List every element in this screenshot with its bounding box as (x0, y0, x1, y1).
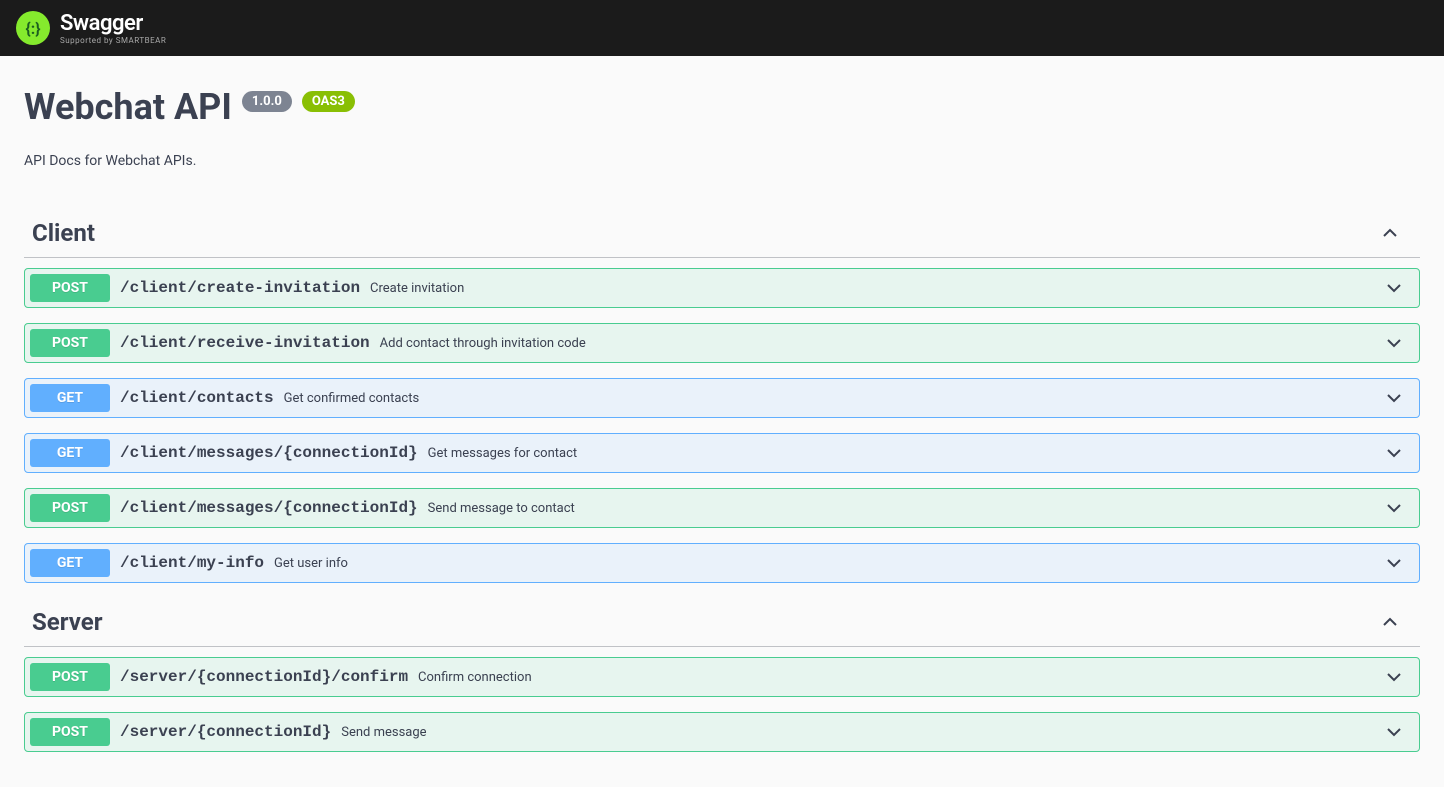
chevron-down-icon[interactable] (1384, 553, 1404, 573)
chevron-down-icon[interactable] (1384, 388, 1404, 408)
operation-path: /server/{connectionId}/confirm (120, 668, 408, 686)
tag-section: Client POST/client/create-invitation Creat… (24, 209, 1420, 583)
operation-path: /client/messages/{connectionId} (120, 444, 418, 462)
operation-row[interactable]: POST/client/receive-invitation Add contac… (24, 323, 1420, 363)
operation-path: /client/my-info (120, 554, 264, 572)
tag-section: Server POST/server/{connectionId}/confirm… (24, 598, 1420, 752)
operation-summary: Get messages for contact (428, 446, 1384, 461)
http-method-badge: POST (30, 663, 110, 691)
operation-summary: Send message (341, 725, 1384, 740)
operation-summary: Get confirmed contacts (284, 391, 1384, 406)
operation-row[interactable]: POST/client/create-invitation Create invi… (24, 268, 1420, 308)
operation-row[interactable]: GET/client/my-info Get user info (24, 543, 1420, 583)
tag-name: Server (32, 608, 103, 636)
operation-summary: Confirm connection (418, 670, 1384, 685)
http-method-badge: POST (30, 329, 110, 357)
operation-summary: Create invitation (370, 281, 1384, 296)
swagger-logo-icon: {:} (16, 11, 50, 45)
chevron-down-icon[interactable] (1384, 667, 1404, 687)
brand-text: Swagger Supported by SMARTBEAR (60, 11, 166, 45)
http-method-badge: POST (30, 494, 110, 522)
chevron-up-icon[interactable] (1380, 612, 1400, 632)
operation-path: /client/receive-invitation (120, 334, 370, 352)
operations-list: POST/server/{connectionId}/confirm Confir… (24, 647, 1420, 752)
operation-row[interactable]: POST/server/{connectionId} Send message (24, 712, 1420, 752)
chevron-down-icon[interactable] (1384, 278, 1404, 298)
http-method-badge: GET (30, 549, 110, 577)
http-method-badge: POST (30, 718, 110, 746)
operation-row[interactable]: POST/server/{connectionId}/confirm Confir… (24, 657, 1420, 697)
http-method-badge: POST (30, 274, 110, 302)
chevron-down-icon[interactable] (1384, 443, 1404, 463)
oas-badge: OAS3 (302, 91, 355, 112)
version-badge: 1.0.0 (242, 91, 292, 112)
operation-row[interactable]: POST/client/messages/{connectionId} Send … (24, 488, 1420, 528)
operation-path: /client/messages/{connectionId} (120, 499, 418, 517)
api-title: Webchat API (24, 86, 232, 128)
http-method-badge: GET (30, 439, 110, 467)
operation-summary: Add contact through invitation code (380, 336, 1384, 351)
tag-header[interactable]: Server (24, 598, 1420, 647)
chevron-up-icon[interactable] (1380, 223, 1400, 243)
operation-row[interactable]: GET/client/contacts Get confirmed contact… (24, 378, 1420, 418)
operation-summary: Send message to contact (428, 501, 1384, 516)
logo[interactable]: {:} Swagger Supported by SMARTBEAR (16, 11, 166, 45)
api-description: API Docs for Webchat APIs. (24, 153, 1420, 169)
operation-path: /client/contacts (120, 389, 274, 407)
chevron-down-icon[interactable] (1384, 333, 1404, 353)
brand-tagline: Supported by SMARTBEAR (60, 36, 166, 45)
tag-header[interactable]: Client (24, 209, 1420, 258)
chevron-down-icon[interactable] (1384, 498, 1404, 518)
tag-name: Client (32, 219, 95, 247)
topbar: {:} Swagger Supported by SMARTBEAR (0, 0, 1444, 56)
brand-name: Swagger (60, 11, 166, 36)
operation-summary: Get user info (274, 556, 1384, 571)
title-row: Webchat API 1.0.0 OAS3 (24, 86, 1420, 128)
chevron-down-icon[interactable] (1384, 722, 1404, 742)
operation-path: /client/create-invitation (120, 279, 360, 297)
operation-row[interactable]: GET/client/messages/{connectionId} Get me… (24, 433, 1420, 473)
operations-list: POST/client/create-invitation Create invi… (24, 258, 1420, 583)
operation-path: /server/{connectionId} (120, 723, 331, 741)
http-method-badge: GET (30, 384, 110, 412)
